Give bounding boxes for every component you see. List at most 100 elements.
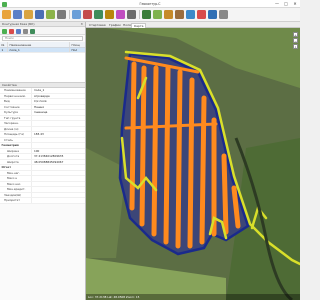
track-line <box>199 95 207 245</box>
property-row[interactable]: Приоритет <box>0 198 85 204</box>
property-key: Культура <box>0 110 32 115</box>
window-title: Геоконтур-С <box>139 2 161 6</box>
property-value[interactable] <box>32 143 85 148</box>
satellite-map[interactable] <box>86 28 300 300</box>
refresh-icon[interactable] <box>23 28 28 34</box>
track-line <box>175 69 183 249</box>
close-button[interactable]: ✕ <box>291 1 299 7</box>
property-value[interactable] <box>32 198 85 203</box>
cell-name: поле_1 <box>8 48 70 52</box>
property-value[interactable] <box>32 116 85 121</box>
track-line <box>187 77 195 249</box>
property-value[interactable] <box>32 193 85 198</box>
field-icon[interactable] <box>153 10 162 19</box>
panel-toolbar <box>0 27 85 35</box>
image-icon[interactable] <box>46 10 55 19</box>
tab-start[interactable]: Стартовая <box>87 23 108 28</box>
pencil-icon[interactable] <box>219 10 228 19</box>
property-value[interactable] <box>32 138 85 143</box>
property-value[interactable] <box>32 165 85 170</box>
properties-grid: Наименование поле_1 Первичн.наим. Агроверде… <box>0 88 85 204</box>
zoom-in-button[interactable]: + <box>293 32 298 37</box>
property-key: Площадь (Га) <box>0 132 32 137</box>
tab-map[interactable]: Карта <box>131 22 147 28</box>
edit-icon[interactable] <box>72 10 81 19</box>
map-status-bar: Lon: 37.2138 Lat: 48.0508 Zoom: 15 <box>86 294 300 300</box>
export-icon[interactable] <box>30 28 35 34</box>
ruler-icon[interactable] <box>105 10 114 19</box>
contour-panel-title: Контурная база (БК) <box>2 22 35 26</box>
track-line <box>221 153 229 235</box>
column-header-area[interactable]: Площ <box>70 42 85 47</box>
property-value[interactable]: С/х поля <box>32 99 85 104</box>
property-value[interactable]: 183.43 <box>32 132 85 137</box>
property-key: Заездов(Ш) <box>0 192 32 197</box>
property-value[interactable] <box>32 182 85 187</box>
property-value[interactable] <box>32 127 85 132</box>
left-panel: Контурная база (БК) ✕ Поиск № Наименован… <box>0 22 86 300</box>
search-input[interactable]: Поиск <box>2 36 83 41</box>
compass-icon[interactable] <box>208 10 217 19</box>
property-value[interactable]: поле_1 <box>32 88 85 93</box>
gear-icon[interactable] <box>57 10 66 19</box>
tractor-icon[interactable] <box>142 10 151 19</box>
property-key: Мин.наг. <box>0 170 32 175</box>
property-key: Макс.н <box>0 176 32 181</box>
pin-icon[interactable] <box>197 10 206 19</box>
property-value[interactable]: 48.05088845094067 <box>32 160 85 165</box>
property-key: Широта <box>0 159 32 164</box>
property-key: Вид <box>0 99 32 104</box>
cube-icon[interactable] <box>175 10 184 19</box>
property-value[interactable]: 100 <box>32 149 85 154</box>
column-header-name[interactable]: Наименование <box>8 42 70 47</box>
property-value[interactable]: пшеница <box>32 110 85 115</box>
toolbar-separator <box>69 10 70 19</box>
open-icon[interactable] <box>24 10 33 19</box>
edit-icon[interactable] <box>16 28 21 34</box>
grid-icon[interactable] <box>127 10 136 19</box>
property-value[interactable] <box>32 176 85 181</box>
property-value[interactable] <box>32 187 85 192</box>
filter-icon[interactable] <box>116 10 125 19</box>
export-icon[interactable] <box>164 10 173 19</box>
property-key: Макс.нес. <box>0 181 32 186</box>
title-bar: Геоконтур-С — □ ✕ <box>0 0 300 8</box>
property-value[interactable]: 37.21384012809635 <box>32 154 85 159</box>
track-line <box>163 65 171 245</box>
chart-icon[interactable] <box>83 10 92 19</box>
property-key: Отчет <box>0 165 32 170</box>
property-key: Засоренн. <box>0 121 32 126</box>
maximize-button[interactable]: □ <box>282 1 290 7</box>
toolbar-separator <box>139 10 140 19</box>
property-value[interactable] <box>32 171 85 176</box>
column-header-num[interactable]: № <box>0 42 8 47</box>
track-line <box>151 65 159 237</box>
property-key: Мин.вредит. <box>0 187 32 192</box>
globe-icon[interactable] <box>186 10 195 19</box>
track-line <box>129 61 137 211</box>
delete-icon[interactable] <box>9 28 14 34</box>
main-toolbar <box>0 8 300 22</box>
layers-icon[interactable] <box>13 10 22 19</box>
property-value[interactable] <box>32 121 85 126</box>
property-value[interactable]: Пашня <box>32 105 85 110</box>
select-icon[interactable] <box>2 10 11 19</box>
property-key: Долгота <box>0 154 32 159</box>
zoom-out-button[interactable]: − <box>293 38 298 43</box>
table-icon[interactable] <box>94 10 103 19</box>
add-icon[interactable] <box>2 28 7 34</box>
map-area: Стартовая График Поля Карта + − ⌖ Lon: 3… <box>86 22 300 300</box>
property-key: Геометрия <box>0 143 32 148</box>
property-key: Длина (м) <box>0 126 32 131</box>
property-key: Наименование <box>0 88 32 93</box>
property-key: Стиль <box>0 137 32 142</box>
property-value[interactable]: Агроверде <box>32 94 85 99</box>
property-key: Приоритет <box>0 198 32 203</box>
property-key: Первичн.наим. <box>0 93 32 98</box>
cell-area: Пол <box>71 48 78 52</box>
save-icon[interactable] <box>35 10 44 19</box>
map-tools: + − ⌖ <box>293 32 299 50</box>
locate-button[interactable]: ⌖ <box>293 44 298 49</box>
minimize-button[interactable]: — <box>273 1 281 7</box>
property-key: Состояние <box>0 104 32 109</box>
